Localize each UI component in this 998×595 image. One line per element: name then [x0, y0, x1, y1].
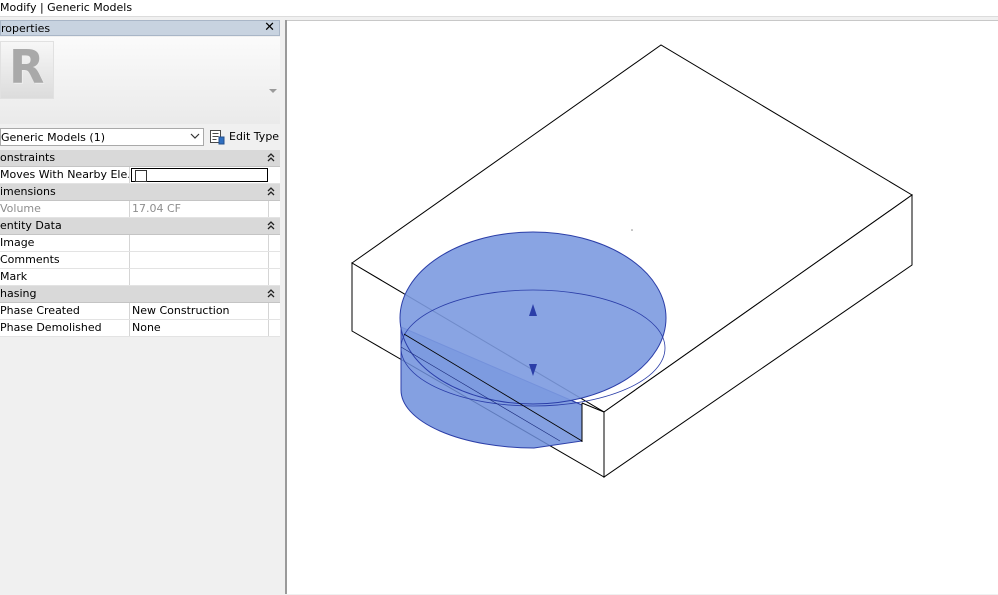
section-identity-data[interactable]: entity Data: [0, 218, 280, 235]
property-key: Phase Created: [0, 303, 130, 319]
section-phasing[interactable]: hasing: [0, 286, 280, 303]
window-title: Modify | Generic Models: [0, 1, 133, 14]
edit-type-button[interactable]: Edit Type: [209, 128, 279, 146]
row-divider: [268, 252, 269, 268]
row-divider: [268, 269, 269, 285]
type-dropdown-arrow-icon[interactable]: [269, 89, 277, 93]
family-thumbnail: R: [0, 41, 54, 99]
property-key: Phase Demolished: [0, 320, 130, 336]
property-row-image: Image: [0, 235, 280, 252]
property-grid: onstraints Moves With Nearby Ele... imen…: [0, 150, 280, 337]
section-label: onstraints: [0, 151, 56, 164]
property-key: Comments: [0, 252, 130, 268]
phase-demolished-value[interactable]: None: [132, 321, 268, 335]
moves-with-nearby-field[interactable]: [131, 168, 268, 182]
properties-header: roperties ✕: [0, 20, 280, 36]
row-divider: [268, 235, 269, 251]
close-icon[interactable]: ✕: [264, 20, 275, 35]
property-row-mark: Mark: [0, 269, 280, 286]
moves-with-nearby-checkbox[interactable]: [135, 170, 147, 182]
property-key: Moves With Nearby Ele...: [0, 167, 130, 183]
row-divider: [268, 201, 269, 217]
comments-value[interactable]: [132, 253, 268, 267]
type-preview-area[interactable]: R: [0, 37, 280, 124]
property-key: Volume: [0, 201, 130, 217]
window-titlebar: Modify | Generic Models: [0, 0, 998, 17]
collapse-icon[interactable]: [267, 220, 275, 230]
property-key: Image: [0, 235, 130, 251]
property-row-moves-with-nearby: Moves With Nearby Ele...: [0, 167, 280, 184]
property-row-phase-demolished: Phase Demolished None: [0, 320, 280, 337]
revit-logo-icon: R: [9, 41, 45, 94]
property-key: Mark: [0, 269, 130, 285]
row-divider: [268, 320, 269, 336]
type-selector-value: Generic Models (1): [1, 131, 105, 144]
type-selector-dropdown[interactable]: Generic Models (1): [0, 128, 204, 146]
row-divider: [268, 303, 269, 319]
edit-type-icon: [210, 130, 225, 145]
property-row-comments: Comments: [0, 252, 280, 269]
3d-view-canvas[interactable]: [287, 20, 998, 594]
property-row-phase-created: Phase Created New Construction: [0, 303, 280, 320]
chevron-down-icon: [190, 133, 200, 139]
collapse-icon[interactable]: [267, 152, 275, 162]
collapse-icon[interactable]: [267, 186, 275, 196]
phase-created-value[interactable]: New Construction: [132, 304, 268, 318]
section-label: imensions: [0, 185, 56, 198]
collapse-icon[interactable]: [267, 288, 275, 298]
section-label: entity Data: [0, 219, 62, 232]
section-label: hasing: [0, 287, 37, 300]
mark-value[interactable]: [132, 270, 268, 284]
edit-type-label: Edit Type: [229, 130, 280, 143]
view-marker: [631, 229, 633, 231]
section-constraints[interactable]: onstraints: [0, 150, 280, 167]
volume-value: 17.04 CF: [132, 202, 181, 215]
properties-title: roperties: [1, 22, 51, 35]
properties-palette: roperties ✕ R Generic Models (1) Edit Ty…: [0, 20, 282, 594]
cylinder-top[interactable]: [399, 231, 667, 405]
property-row-volume: Volume 17.04 CF: [0, 201, 280, 218]
model-drawing: [351, 44, 913, 478]
section-dimensions[interactable]: imensions: [0, 184, 280, 201]
image-value[interactable]: [132, 236, 268, 250]
